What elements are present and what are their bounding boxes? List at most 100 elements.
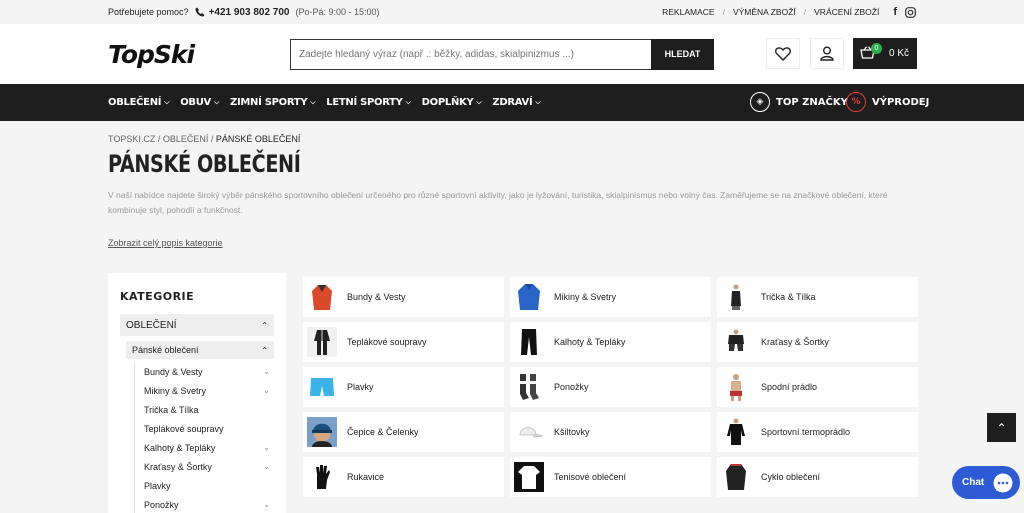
nav-item-zdravi[interactable]: ZDRAVÍ ⌵ [492, 97, 540, 108]
sidebar-item-obleceni[interactable]: OBLEČENÍ ⌃ [120, 314, 274, 336]
breadcrumb-current: PÁNSKÉ OBLEČENÍ [215, 134, 301, 144]
nav-top-brands[interactable]: ◈ TOP ZNAČKY [750, 92, 848, 112]
breadcrumb-link-home[interactable]: TOPSKI.CZ [108, 134, 155, 144]
search-bar: HLEDAT [290, 38, 714, 70]
percent-icon: % [846, 92, 866, 112]
sidebar-subitem[interactable]: Bundy & Vesty ⌄ [144, 362, 274, 381]
cycling-jersey-icon [721, 462, 751, 492]
show-full-description-link[interactable]: Zobrazit celý popis kategorie [108, 238, 223, 248]
chat-label: Chat [962, 477, 985, 488]
chevron-down-icon: ⌄ [263, 443, 270, 452]
tank-top-icon [721, 282, 751, 312]
sidebar-subitem[interactable]: Trička & Tílka [144, 400, 274, 419]
category-card[interactable]: Sportovní termoprádlo [717, 412, 918, 452]
chevron-down-icon: ⌄ [263, 500, 270, 509]
tracksuit-icon [307, 327, 337, 357]
top-bar: Potřebujete pomoc? +421 903 802 700 (Po-… [0, 0, 1024, 24]
nav-item-zimni-sporty[interactable]: ZIMNÍ SPORTY ⌵ [230, 97, 316, 108]
sidebar-subitem[interactable]: Kraťasy & Šortky ⌄ [144, 457, 274, 476]
opening-hours: (Po-Pá: 9:00 - 15:00) [295, 7, 380, 17]
pants-icon [514, 327, 544, 357]
tennis-shirt-icon [514, 462, 544, 492]
cart-total: 0 Kč [888, 48, 909, 59]
wishlist-button[interactable] [766, 38, 800, 69]
sidebar-subitem[interactable]: Teplákové soupravy [144, 419, 274, 438]
category-card[interactable]: Čepice & Čelenky [303, 412, 504, 452]
nav-item-obleceni[interactable]: OBLEČENÍ ⌵ [108, 97, 170, 108]
socks-icon [514, 372, 544, 402]
link-vymena[interactable]: VÝMĚNA ZBOŽÍ [733, 7, 796, 17]
nav-item-letni-sporty[interactable]: LETNÍ SPORTY ⌵ [326, 97, 411, 108]
sidebar-subcategory-list: Bundy & Vesty ⌄ Mikiny & Svetry ⌄ Trička &… [134, 362, 274, 513]
link-reklamace[interactable]: REKLAMACE [662, 7, 714, 17]
link-vraceni[interactable]: VRÁCENÍ ZBOŽÍ [814, 7, 879, 17]
cart-badge: 0 [871, 43, 882, 54]
category-grid: Bundy & Vesty Mikiny & Svetry Trička & T… [303, 277, 918, 497]
swim-shorts-icon [307, 372, 337, 402]
category-description: V naší nabídce najdete široký výběr páns… [108, 190, 888, 215]
chevron-down-icon: ⌵ [310, 98, 316, 106]
category-card[interactable]: Rukavice [303, 457, 504, 497]
main-nav: OBLEČENÍ ⌵ OBUV ⌵ ZIMNÍ SPORTY ⌵ LETNÍ SPOR… [0, 84, 1024, 121]
sidebar-subitem[interactable]: Plavky [144, 476, 274, 495]
scroll-to-top-button[interactable]: ⌃ [987, 413, 1016, 442]
breadcrumb-link-obleceni[interactable]: OBLEČENÍ [163, 134, 209, 144]
chat-bubble-icon [993, 473, 1013, 492]
category-sidebar: KATEGORIE OBLEČENÍ ⌃ Pánské oblečení ⌃ Bun… [108, 273, 286, 513]
header: TopSki HLEDAT 0 0 Kč [0, 24, 1024, 84]
logo[interactable]: TopSki [108, 40, 290, 69]
facebook-icon[interactable]: f [893, 6, 897, 18]
chevron-up-icon: ⌃ [261, 345, 268, 355]
breadcrumb: TOPSKI.CZ / OBLEČENÍ / PÁNSKÉ OBLEČENÍ [108, 134, 301, 144]
category-card[interactable]: Trička & Tílka [717, 277, 918, 317]
hoodie-icon [514, 282, 544, 312]
cap-icon [514, 417, 544, 447]
chevron-down-icon: ⌄ [263, 367, 270, 376]
category-card[interactable]: Bundy & Vesty [303, 277, 504, 317]
account-button[interactable] [810, 38, 844, 69]
category-card[interactable]: Teplákové soupravy [303, 322, 504, 362]
category-card[interactable]: Kšiltovky [510, 412, 711, 452]
chevron-up-icon: ⌃ [996, 420, 1007, 435]
nav-item-obuv[interactable]: OBUV ⌵ [180, 97, 219, 108]
tag-icon: ◈ [750, 92, 770, 112]
category-card[interactable]: Kraťasy & Šortky [717, 322, 918, 362]
nav-item-doplnky[interactable]: DOPLŇKY ⌵ [422, 97, 482, 108]
help-text: Potřebujete pomoc? [108, 7, 189, 17]
category-card[interactable]: Tenisové oblečení [510, 457, 711, 497]
jacket-icon [307, 282, 337, 312]
chat-button[interactable]: Chat [952, 466, 1020, 499]
category-card[interactable]: Kalhoty & Tepláky [510, 322, 711, 362]
chevron-down-icon: ⌄ [263, 462, 270, 471]
chevron-down-icon: ⌵ [164, 98, 170, 106]
chevron-down-icon: ⌵ [535, 98, 541, 106]
beanie-icon [307, 417, 337, 447]
phone-number: +421 903 802 700 [208, 6, 290, 18]
chevron-up-icon: ⌃ [261, 320, 268, 330]
search-button[interactable]: HLEDAT [651, 38, 714, 70]
category-card[interactable]: Cyklo oblečení [717, 457, 918, 497]
chevron-down-icon: ⌵ [476, 98, 482, 106]
instagram-icon[interactable] [905, 6, 916, 18]
cart-button[interactable]: 0 0 Kč [853, 38, 917, 69]
heart-icon [775, 46, 791, 61]
user-icon [820, 46, 834, 61]
chevron-down-icon: ⌵ [214, 98, 220, 106]
search-input[interactable] [290, 38, 651, 70]
phone-link[interactable]: +421 903 802 700 [195, 6, 290, 18]
shorts-icon [721, 327, 751, 357]
sidebar-subitem[interactable]: Ponožky ⌄ [144, 495, 274, 513]
sidebar-item-panske-obleceni[interactable]: Pánské oblečení ⌃ [126, 341, 274, 359]
category-card[interactable]: Mikiny & Svetry [510, 277, 711, 317]
nav-sale[interactable]: % VÝPRODEJ [846, 92, 929, 112]
category-card[interactable]: Ponožky [510, 367, 711, 407]
category-card[interactable]: Spodní prádlo [717, 367, 918, 407]
sidebar-subitem[interactable]: Mikiny & Svetry ⌄ [144, 381, 274, 400]
page-title: PÁNSKÉ OBLEČENÍ [108, 150, 301, 178]
chevron-down-icon: ⌄ [263, 386, 270, 395]
category-card[interactable]: Plavky [303, 367, 504, 407]
sidebar-subitem[interactable]: Kalhoty & Tepláky ⌄ [144, 438, 274, 457]
underwear-icon [721, 372, 751, 402]
base-layer-icon [721, 417, 751, 447]
chevron-down-icon: ⌵ [405, 98, 411, 106]
